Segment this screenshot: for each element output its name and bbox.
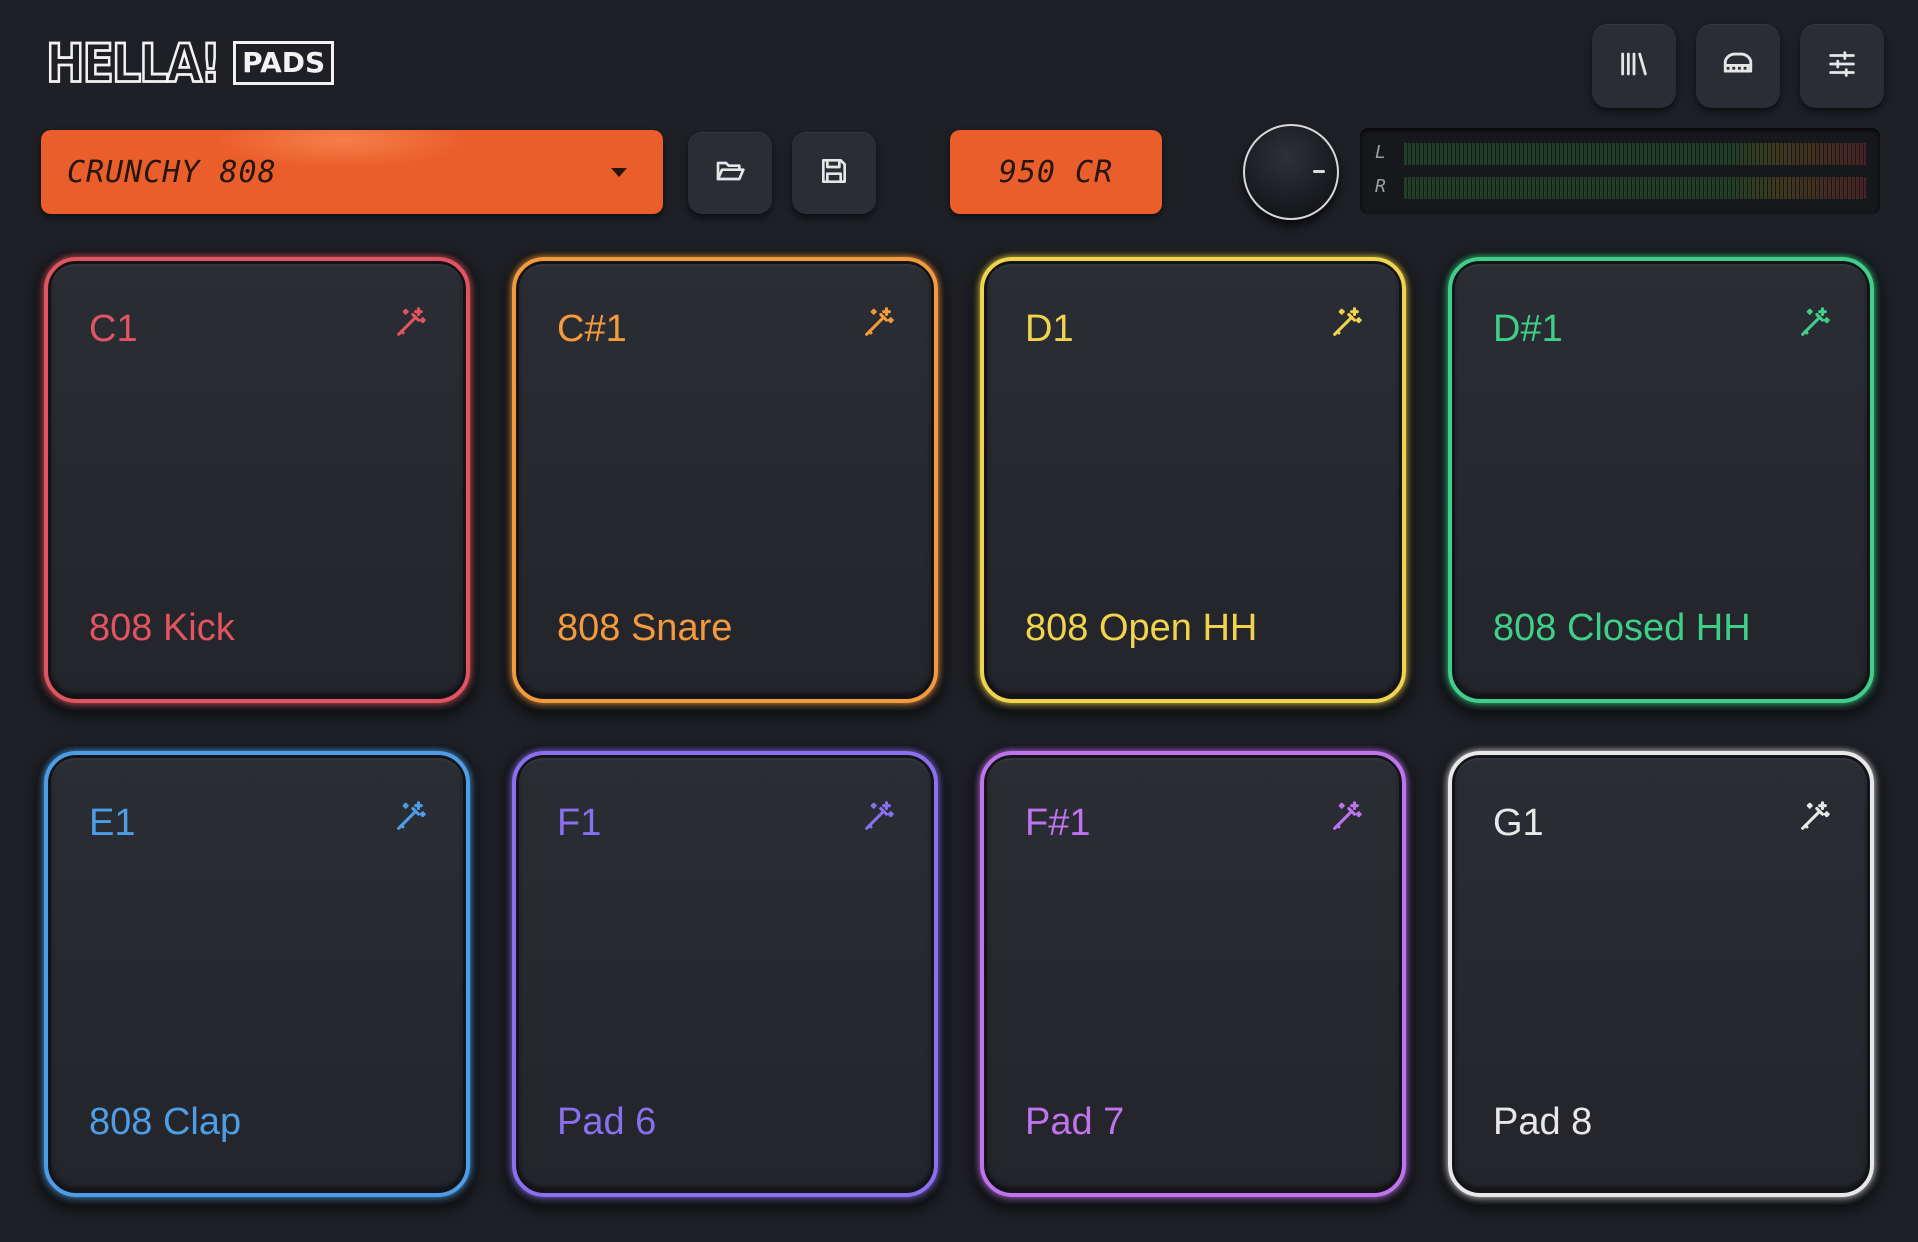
magic-wand-icon[interactable] <box>393 306 427 340</box>
magic-wand-icon[interactable] <box>1329 306 1363 340</box>
magic-wand-icon[interactable] <box>1797 306 1831 340</box>
pad-note: D1 <box>1025 308 1074 350</box>
magic-wand-icon[interactable] <box>1329 800 1363 834</box>
meter-right-bar <box>1404 177 1866 199</box>
pad-note: G1 <box>1493 802 1544 844</box>
magic-wand-icon[interactable] <box>1797 800 1831 834</box>
drum-pad[interactable]: C#1 808 Snare <box>505 250 945 710</box>
pad-sample-name: 808 Open HH <box>1025 607 1258 649</box>
pad-sample-name: Pad 7 <box>1025 1101 1125 1143</box>
library-icon <box>1617 47 1651 86</box>
meter-left-label: L <box>1375 142 1386 163</box>
magic-wand-icon[interactable] <box>861 800 895 834</box>
meter-right-label: R <box>1375 176 1386 197</box>
save-icon <box>818 155 850 192</box>
piano-keys-icon <box>1721 47 1755 86</box>
pad-sample-name: 808 Clap <box>89 1101 242 1143</box>
drum-pad[interactable]: F#1 Pad 7 <box>973 744 1413 1204</box>
pad-sample-name: 808 Snare <box>557 607 733 649</box>
pad-note: C#1 <box>557 308 627 350</box>
volume-knob[interactable] <box>1243 124 1339 220</box>
pad-note: E1 <box>89 802 136 844</box>
save-preset-button[interactable] <box>792 132 876 214</box>
chevron-down-icon <box>611 168 627 177</box>
open-preset-button[interactable] <box>688 132 772 214</box>
keyboard-button[interactable] <box>1696 24 1780 108</box>
drum-pad[interactable]: D#1 808 Closed HH <box>1441 250 1881 710</box>
pad-sample-name: 808 Kick <box>89 607 235 649</box>
level-meter: L R <box>1360 128 1880 214</box>
logo-wordmark: HELLA! <box>45 31 223 96</box>
sliders-icon <box>1825 47 1859 86</box>
magic-wand-icon[interactable] <box>861 306 895 340</box>
pad-sample-name: Pad 6 <box>557 1101 657 1143</box>
library-button[interactable] <box>1592 24 1676 108</box>
preset-name: CRUNCHY 808 <box>67 154 277 190</box>
credits-display: 950 CR <box>950 130 1162 214</box>
meter-left-bar <box>1404 143 1866 165</box>
pad-note: D#1 <box>1493 308 1563 350</box>
folder-open-icon <box>714 155 746 192</box>
pad-sample-name: 808 Closed HH <box>1493 607 1751 649</box>
drum-pad[interactable]: C1 808 Kick <box>37 250 477 710</box>
drum-pad[interactable]: D1 808 Open HH <box>973 250 1413 710</box>
pad-note: F#1 <box>1025 802 1091 844</box>
logo-badge: PADS <box>233 41 335 85</box>
pad-note: F1 <box>557 802 602 844</box>
drum-pad[interactable]: E1 808 Clap <box>37 744 477 1204</box>
pad-sample-name: Pad 8 <box>1493 1101 1593 1143</box>
pad-note: C1 <box>89 308 138 350</box>
preset-dropdown[interactable]: CRUNCHY 808 <box>41 130 663 214</box>
app-logo: HELLA! PADS <box>44 31 335 95</box>
drum-pad[interactable]: G1 Pad 8 <box>1441 744 1881 1204</box>
magic-wand-icon[interactable] <box>393 800 427 834</box>
settings-button[interactable] <box>1800 24 1884 108</box>
drum-pad[interactable]: F1 Pad 6 <box>505 744 945 1204</box>
